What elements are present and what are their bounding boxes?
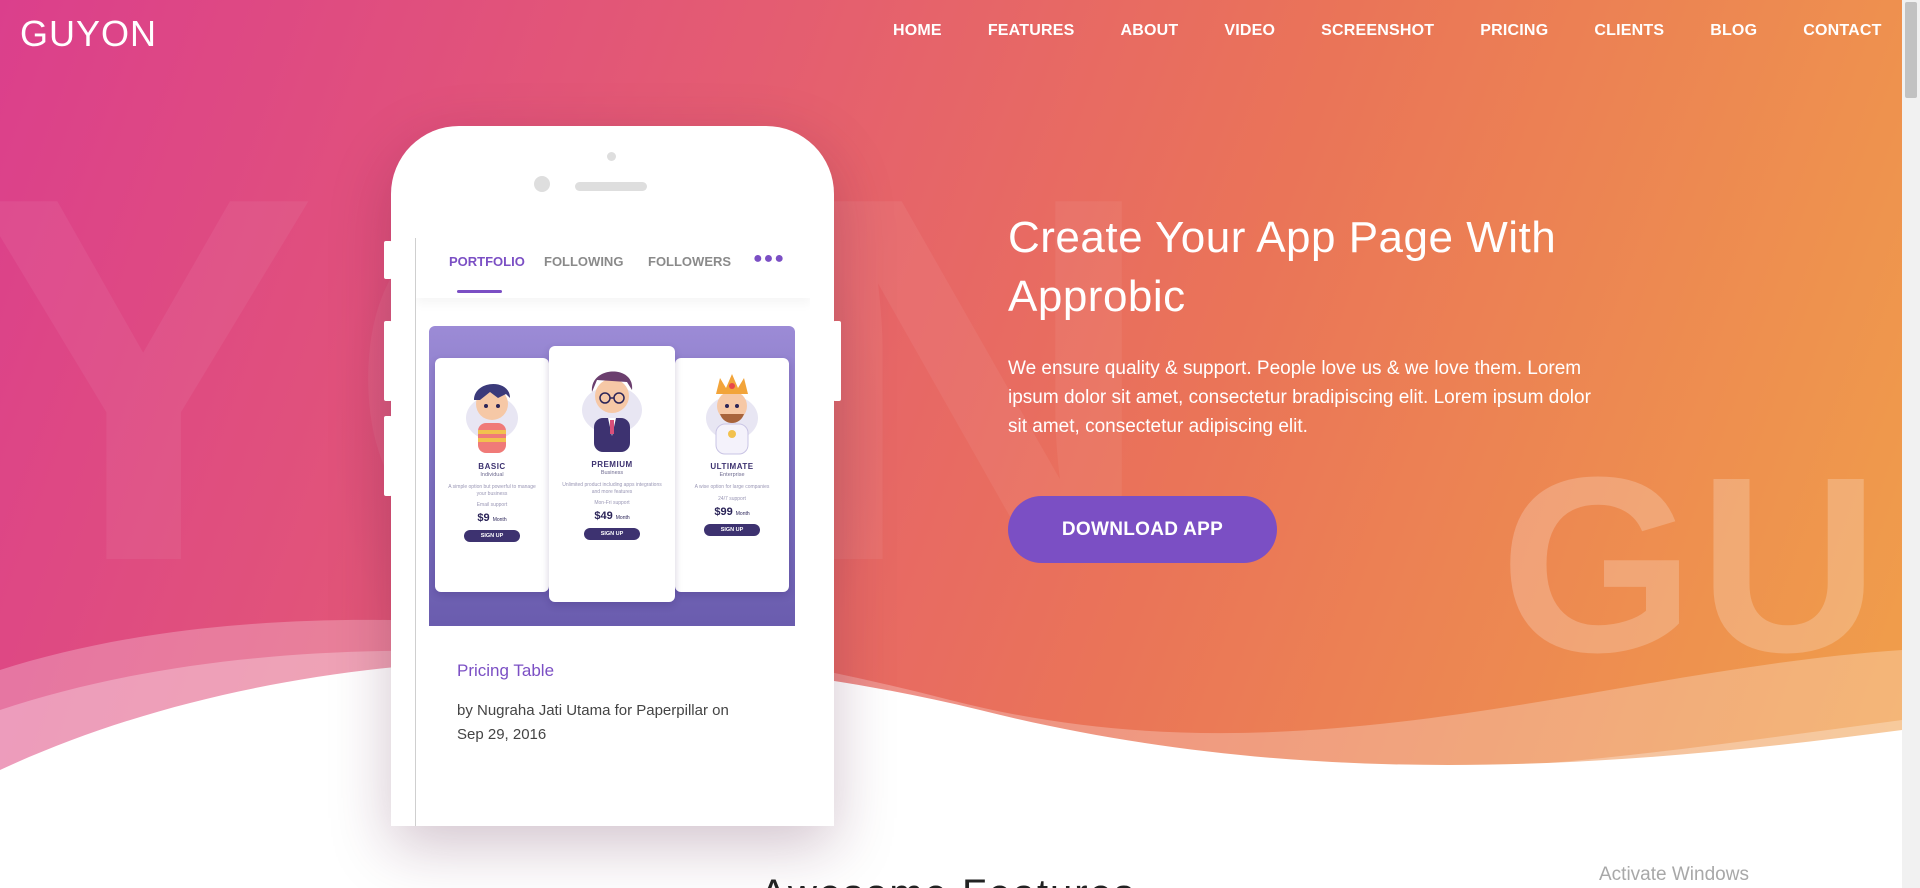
hero-section: YON GU [0, 0, 1902, 770]
hero-wave [0, 619, 1902, 770]
hero-subtext: We ensure quality & support. People love… [1008, 358, 1591, 437]
card-title[interactable]: Pricing Table [457, 661, 554, 681]
nav-video[interactable]: VIDEO [1224, 22, 1275, 40]
king-avatar-icon [706, 374, 758, 455]
boy-avatar-icon [466, 383, 518, 453]
nav-blog[interactable]: BLOG [1710, 22, 1757, 40]
plan-support: 24/7 support [718, 495, 746, 502]
phone-side-button [384, 241, 392, 279]
site-logo[interactable]: GUYON [20, 13, 157, 55]
plan-support: Mon-Fri support [594, 500, 630, 506]
profile-tabs: PORTFOLIO FOLLOWING FOLLOWERS ●●● [416, 238, 810, 298]
features-section-heading: Awesome Features [760, 872, 1136, 888]
nav-features[interactable]: FEATURES [988, 22, 1075, 40]
businessman-avatar-icon [582, 371, 642, 452]
more-dots-icon[interactable]: ●●● [753, 250, 785, 268]
phone-volume-down-button [384, 416, 392, 496]
download-app-button[interactable]: DOWNLOAD APP [1008, 496, 1277, 563]
page-scrollbar[interactable] [1902, 0, 1920, 888]
plan-card-ultimate: ULTIMATE Enterprise A wise option for la… [675, 358, 789, 592]
plan-subtitle: Enterprise [719, 472, 745, 478]
plan-description: A wise option for large companies [694, 484, 770, 490]
plan-price: $9 Month [435, 512, 549, 524]
nav-about[interactable]: ABOUT [1120, 22, 1178, 40]
plan-card-basic: BASIC Individual A simple option but pow… [435, 358, 549, 592]
nav-screenshot[interactable]: SCREENSHOT [1321, 22, 1434, 40]
phone-camera [534, 176, 550, 192]
plan-description: Unlimited product including apps integra… [562, 482, 662, 495]
plan-price: $99 Month [675, 506, 789, 518]
phone-screen: PORTFOLIO FOLLOWING FOLLOWERS ●●● BASIC … [415, 238, 810, 826]
plan-period: Month [735, 510, 750, 517]
plan-price-value: $49 [594, 510, 613, 522]
pricing-preview-image[interactable]: BASIC Individual A simple option but pow… [429, 326, 795, 626]
plan-signup-button: SIGN UP [704, 523, 760, 536]
plan-price-value: $9 [477, 512, 490, 524]
plan-name: PREMIUM [591, 460, 633, 469]
landing-page: YON GU GUYON HOME FEATURES ABOUT VIDEO S… [0, 0, 1902, 888]
nav-pricing[interactable]: PRICING [1480, 22, 1548, 40]
nav-contact[interactable]: CONTACT [1803, 22, 1881, 40]
plan-price-value: $99 [714, 505, 733, 518]
plan-subtitle: Individual [480, 472, 504, 478]
plan-name: BASIC [478, 462, 506, 471]
active-tab-indicator [457, 290, 502, 293]
plan-signup-button: SIGN UP [464, 530, 520, 542]
plan-name: ULTIMATE [710, 462, 754, 471]
phone-speaker [575, 182, 647, 191]
plan-support: Email support [476, 502, 508, 508]
plan-description: A simple option but powerful to manage y… [448, 484, 536, 497]
tab-followers[interactable]: FOLLOWERS [648, 254, 731, 269]
plan-price: $49 Month [549, 510, 675, 522]
plan-period: Month [492, 517, 507, 523]
top-navigation: GUYON HOME FEATURES ABOUT VIDEO SCREENSH… [0, 0, 1902, 66]
plan-signup-button: SIGN UP [584, 528, 640, 540]
plan-card-premium: PREMIUM Business Unlimited product inclu… [549, 346, 675, 602]
hero-headline: Create Your App Page With Approbic [1008, 213, 1557, 321]
nav-home[interactable]: HOME [893, 22, 942, 40]
plan-subtitle: Business [600, 470, 624, 476]
scrollbar-thumb[interactable] [1905, 2, 1917, 98]
card-byline: by Nugraha Jati Utama for Paperpillar on… [457, 702, 729, 743]
main-menu: HOME FEATURES ABOUT VIDEO SCREENSHOT PRI… [893, 22, 1902, 40]
phone-mockup: PORTFOLIO FOLLOWING FOLLOWERS ●●● BASIC … [384, 126, 841, 826]
plan-period: Month [615, 515, 630, 521]
os-activation-watermark: Activate Windows [1599, 864, 1749, 885]
tab-portfolio[interactable]: PORTFOLIO [449, 254, 525, 269]
nav-clients[interactable]: CLIENTS [1594, 22, 1664, 40]
phone-volume-up-button [384, 321, 392, 401]
tab-following[interactable]: FOLLOWING [544, 254, 623, 269]
phone-power-button [833, 321, 841, 401]
phone-sensor [607, 152, 616, 161]
